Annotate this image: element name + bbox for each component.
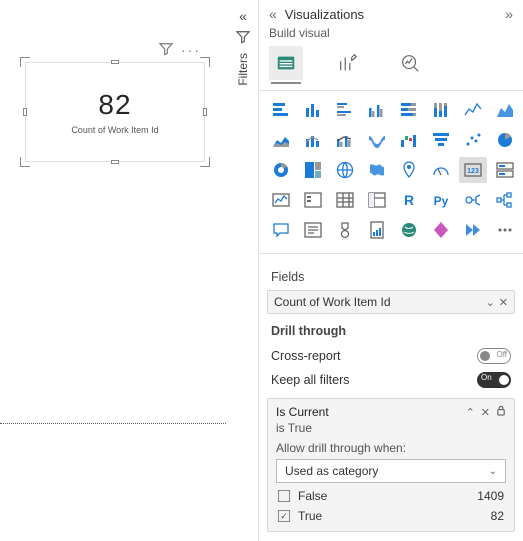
- filter-option-row[interactable]: False 1409: [276, 489, 506, 503]
- format-visual-tab[interactable]: [331, 46, 365, 80]
- filter-option-row[interactable]: ✓ True 82: [276, 509, 506, 523]
- viz-stacked-bar[interactable]: [267, 97, 295, 123]
- option-label: True: [298, 509, 491, 523]
- visual-filter-icon[interactable]: [159, 42, 173, 59]
- filter-help: Allow drill through when:: [276, 441, 506, 455]
- viz-power-automate[interactable]: [459, 217, 487, 243]
- lock-icon[interactable]: [496, 405, 506, 419]
- viz-card[interactable]: 123: [459, 157, 487, 183]
- remove-field-icon[interactable]: ✕: [499, 296, 508, 309]
- drillthrough-section-label: Drill through: [259, 314, 523, 344]
- option-count: 1409: [477, 489, 504, 503]
- viz-paginated-report[interactable]: [363, 217, 391, 243]
- viz-donut[interactable]: [267, 157, 295, 183]
- filters-pane-collapsed[interactable]: « Filters: [232, 8, 254, 86]
- viz-gauge[interactable]: [427, 157, 455, 183]
- visualizations-pane: « Visualizations » Build visual: [258, 0, 523, 541]
- report-canvas[interactable]: ··· 82 Count of Work Item Id: [0, 0, 226, 541]
- viz-goals[interactable]: [331, 217, 359, 243]
- resize-handle[interactable]: [200, 157, 210, 167]
- funnel-icon: [236, 30, 250, 47]
- viz-map[interactable]: [331, 157, 359, 183]
- viz-funnel[interactable]: [427, 127, 455, 153]
- svg-text:Py: Py: [434, 194, 449, 208]
- viz-python[interactable]: Py: [427, 187, 455, 213]
- analytics-tab[interactable]: [393, 46, 427, 80]
- viz-stacked-column[interactable]: [299, 97, 327, 123]
- viz-treemap[interactable]: [299, 157, 327, 183]
- resize-handle[interactable]: [203, 108, 207, 116]
- chevron-down-icon[interactable]: ⌄: [486, 296, 495, 309]
- visual-more-icon[interactable]: ···: [181, 42, 201, 59]
- resize-handle[interactable]: [200, 57, 210, 67]
- select-value: Used as category: [285, 464, 489, 478]
- viz-smart-narrative[interactable]: [299, 217, 327, 243]
- viz-key-influencers[interactable]: [459, 187, 487, 213]
- viz-100-stacked-bar[interactable]: [395, 97, 423, 123]
- chevron-down-icon: ⌄: [489, 466, 497, 477]
- viz-line-stacked-column[interactable]: [299, 127, 327, 153]
- resize-handle[interactable]: [20, 157, 30, 167]
- field-name: Count of Work Item Id: [274, 295, 482, 309]
- option-label: False: [298, 489, 477, 503]
- viz-r-script[interactable]: R: [395, 187, 423, 213]
- cross-report-toggle[interactable]: Off: [477, 348, 511, 364]
- keep-filters-label: Keep all filters: [271, 373, 350, 387]
- viz-ribbon[interactable]: [363, 127, 391, 153]
- viz-multi-row-card[interactable]: [491, 157, 519, 183]
- viz-power-apps[interactable]: [427, 217, 455, 243]
- viz-line[interactable]: [459, 97, 487, 123]
- expand-filters-icon[interactable]: «: [239, 8, 247, 24]
- resize-handle[interactable]: [111, 60, 119, 64]
- pane-subtitle: Build visual: [259, 24, 523, 46]
- checkbox-checked[interactable]: ✓: [278, 510, 290, 522]
- filters-label: Filters: [236, 53, 250, 86]
- viz-100-stacked-column[interactable]: [427, 97, 455, 123]
- viz-clustered-bar[interactable]: [331, 97, 359, 123]
- build-visual-tab[interactable]: [269, 46, 303, 80]
- viz-area[interactable]: [491, 97, 519, 123]
- viz-clustered-column[interactable]: [363, 97, 391, 123]
- viz-arcgis[interactable]: [395, 217, 423, 243]
- viz-pie[interactable]: [491, 127, 519, 153]
- viz-slicer[interactable]: [299, 187, 327, 213]
- option-count: 82: [491, 509, 504, 523]
- resize-handle[interactable]: [23, 108, 27, 116]
- filter-title: Is Current: [276, 405, 460, 419]
- viz-get-more[interactable]: [491, 217, 519, 243]
- viz-filled-map[interactable]: [363, 157, 391, 183]
- viz-matrix[interactable]: [363, 187, 391, 213]
- collapse-filter-icon[interactable]: ⌃: [466, 406, 475, 419]
- resize-handle[interactable]: [20, 57, 30, 67]
- pane-title: Visualizations: [285, 7, 505, 22]
- visualization-gallery: 123 R Py: [259, 97, 523, 243]
- card-caption: Count of Work Item Id: [71, 125, 158, 135]
- resize-handle[interactable]: [111, 160, 119, 164]
- fields-section-label: Fields: [259, 260, 523, 290]
- viz-azure-map[interactable]: [395, 157, 423, 183]
- svg-text:123: 123: [467, 168, 479, 175]
- viz-table[interactable]: [331, 187, 359, 213]
- viz-scatter[interactable]: [459, 127, 487, 153]
- card-value: 82: [98, 89, 131, 121]
- field-well-item[interactable]: Count of Work Item Id ⌄ ✕: [267, 290, 515, 314]
- expand-pane-icon[interactable]: »: [505, 6, 513, 22]
- filter-summary: is True: [276, 421, 506, 435]
- checkbox-unchecked[interactable]: [278, 490, 290, 502]
- drillthrough-filter-card: Is Current ⌃ ✕ is True Allow drill throu…: [267, 398, 515, 532]
- remove-filter-icon[interactable]: ✕: [481, 406, 490, 419]
- collapse-pane-icon[interactable]: «: [269, 6, 277, 22]
- page-boundary: [0, 423, 226, 424]
- viz-decomposition-tree[interactable]: [491, 187, 519, 213]
- svg-text:R: R: [404, 192, 414, 208]
- viz-waterfall[interactable]: [395, 127, 423, 153]
- card-visual[interactable]: 82 Count of Work Item Id: [25, 62, 205, 162]
- cross-report-label: Cross-report: [271, 349, 340, 363]
- drillthrough-mode-select[interactable]: Used as category ⌄: [276, 459, 506, 483]
- viz-stacked-area[interactable]: [267, 127, 295, 153]
- viz-line-clustered-column[interactable]: [331, 127, 359, 153]
- viz-qna[interactable]: [267, 217, 295, 243]
- keep-filters-toggle[interactable]: On: [477, 372, 511, 388]
- viz-kpi[interactable]: [267, 187, 295, 213]
